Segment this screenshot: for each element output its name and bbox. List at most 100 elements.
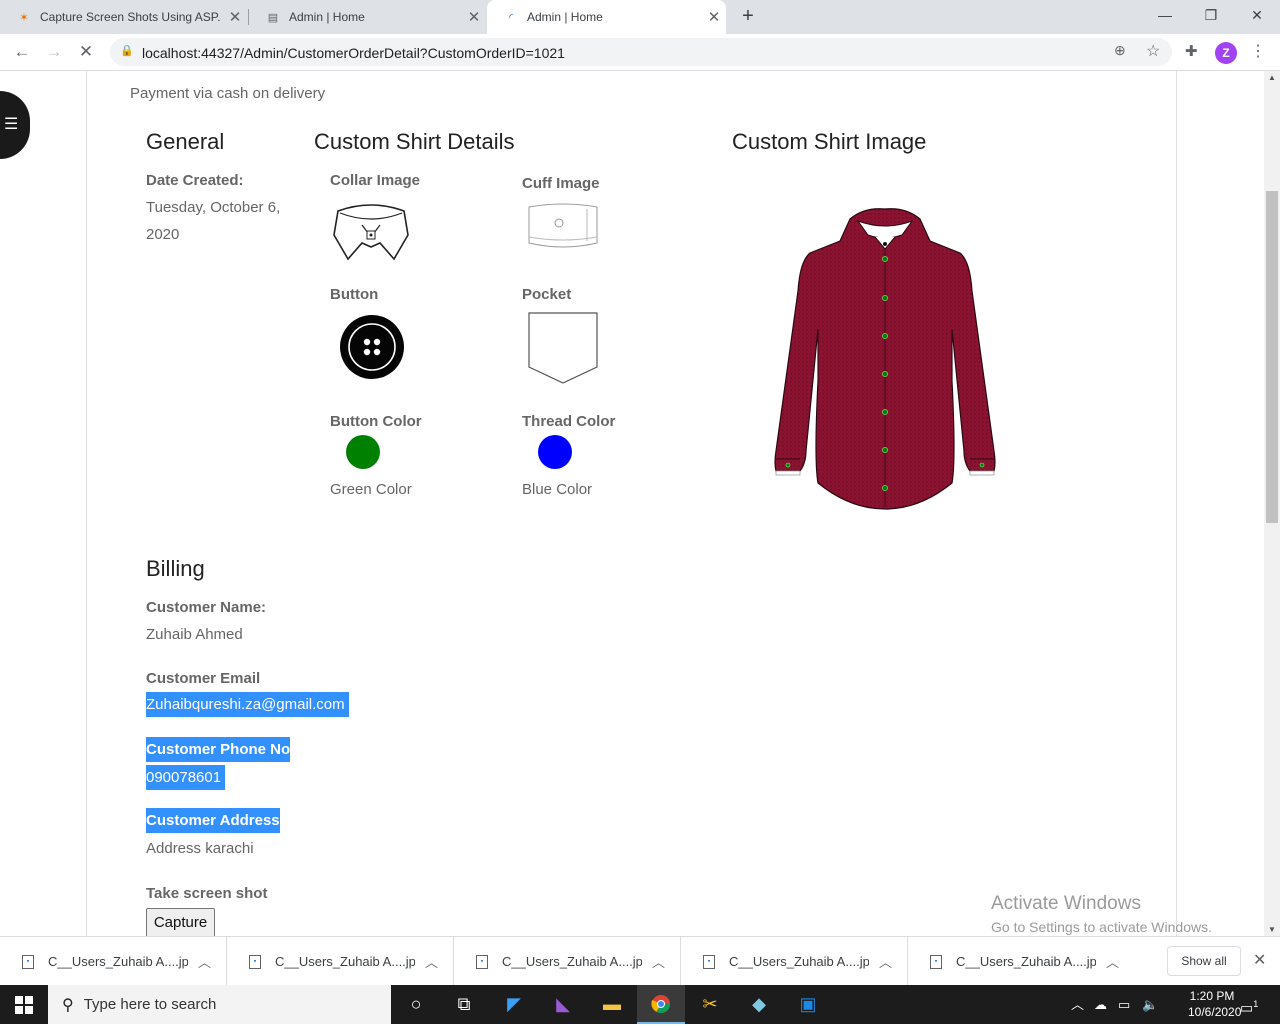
- windows-logo-icon: [15, 995, 33, 1014]
- customer-phone-label: Customer Phone No: [146, 737, 291, 762]
- cuff-image: [528, 203, 598, 248]
- taskbar-search-box[interactable]: ⚲ Type here to search: [48, 985, 391, 1024]
- search-icon: ⚲: [62, 996, 74, 1014]
- page-scrollbar[interactable]: ▲ ▼: [1264, 71, 1280, 936]
- lock-icon: 🔒: [120, 45, 134, 57]
- stop-loading-icon[interactable]: ✕: [74, 40, 98, 64]
- scrollbar-thumb[interactable]: [1266, 191, 1278, 523]
- take-screenshot-label: Take screen shot: [146, 885, 268, 902]
- notification-center-icon[interactable]: ▭1: [1240, 985, 1258, 1024]
- task-view-icon[interactable]: ⧉: [440, 985, 488, 1024]
- chevron-up-icon[interactable]: ︿: [879, 952, 892, 971]
- customer-address-value: Address karachi: [146, 840, 254, 857]
- button-label: Button: [330, 286, 379, 303]
- scroll-down-arrow-icon[interactable]: ▼: [1268, 925, 1276, 934]
- minimize-button[interactable]: —: [1142, 0, 1188, 34]
- file-explorer-icon[interactable]: ▬: [588, 985, 636, 1024]
- system-clock[interactable]: 1:20 PM 10/6/2020: [1188, 988, 1242, 1020]
- tab-title: Admin | Home: [289, 10, 365, 24]
- page-viewport: ☰ Payment via cash on delivery General D…: [0, 71, 1264, 936]
- chrome-icon[interactable]: [637, 985, 685, 1024]
- image-file-icon: ▪: [249, 954, 261, 969]
- collar-image-label: Collar Image: [330, 172, 421, 189]
- new-tab-button[interactable]: +: [737, 5, 759, 27]
- photos-icon[interactable]: ▣: [784, 985, 832, 1024]
- image-file-icon: ▪: [930, 954, 942, 969]
- forward-arrow-icon[interactable]: →: [42, 40, 66, 64]
- show-hidden-icons-chevron-icon[interactable]: ︿: [1071, 985, 1084, 1024]
- download-filename: C__Users_Zuhaib A....jpg: [275, 954, 415, 969]
- back-arrow-icon[interactable]: ←: [10, 40, 34, 64]
- vscode-icon[interactable]: ◤: [490, 985, 538, 1024]
- scroll-up-arrow-icon[interactable]: ▲: [1268, 73, 1276, 82]
- date-created-value-line2: 2020: [146, 226, 180, 243]
- onedrive-cloud-icon[interactable]: ☁: [1094, 985, 1107, 1024]
- restore-button[interactable]: ❐: [1188, 0, 1234, 34]
- zoom-icon[interactable]: ⊕: [1114, 42, 1126, 59]
- start-button[interactable]: [0, 985, 48, 1024]
- tab-capture-screenshots[interactable]: ✶ Capture Screen Shots Using ASP. ✕: [0, 0, 247, 34]
- shirt-image: [774, 208, 996, 510]
- download-item[interactable]: ▪ C__Users_Zuhaib A....jpg ︿: [681, 937, 908, 986]
- chevron-up-icon[interactable]: ︿: [1106, 952, 1119, 971]
- shirt-details-heading: Custom Shirt Details: [314, 129, 515, 154]
- url-text[interactable]: localhost:44327/Admin/CustomerOrderDetai…: [142, 45, 565, 61]
- volume-icon[interactable]: 🔈: [1142, 985, 1158, 1024]
- visual-studio-icon[interactable]: ◣: [539, 985, 587, 1024]
- download-item[interactable]: ▪ C__Users_Zuhaib A....jpg ︿: [227, 937, 454, 986]
- address-bar-row: ← → ✕ 🔒 localhost:44327/Admin/CustomerOr…: [0, 34, 1280, 71]
- sticky-notes-icon[interactable]: ◆: [735, 985, 783, 1024]
- download-filename: C__Users_Zuhaib A....jpg: [956, 954, 1096, 969]
- tab-admin-home-1[interactable]: ▤ Admin | Home ✕: [249, 0, 486, 34]
- payment-method-text: Payment via cash on delivery: [130, 85, 326, 102]
- notification-count: 1: [1253, 999, 1259, 1009]
- customer-phone-value: 090078601: [146, 765, 226, 790]
- button-color-name: Green Color: [330, 481, 412, 498]
- customer-email-value: Zuhaibqureshi.za@gmail.com: [146, 692, 349, 717]
- button-color-label: Button Color: [330, 413, 422, 430]
- windows-taskbar: ⚲ Type here to search ○ ⧉ ◤ ◣ ▬ ✂ ◆ ▣ ︿ …: [0, 985, 1280, 1024]
- extensions-puzzle-icon[interactable]: ✚: [1185, 42, 1198, 60]
- page-icon: ▤: [267, 11, 279, 24]
- download-item[interactable]: ▪ C__Users_Zuhaib A....jpg ︿: [0, 937, 227, 986]
- close-tab-icon[interactable]: ✕: [462, 8, 486, 26]
- chevron-up-icon[interactable]: ︿: [652, 952, 665, 971]
- chevron-up-icon[interactable]: ︿: [198, 952, 211, 971]
- close-downloads-bar-icon[interactable]: ✕: [1253, 950, 1266, 970]
- downloads-bar: ▪ C__Users_Zuhaib A....jpg ︿ ▪ C__Users_…: [0, 936, 1280, 986]
- chrome-logo: [651, 994, 670, 1013]
- profile-avatar[interactable]: Z: [1215, 42, 1237, 64]
- date-created-value-line1: Tuesday, October 6,: [146, 199, 281, 216]
- clock-time: 1:20 PM: [1189, 989, 1235, 1003]
- download-item[interactable]: ▪ C__Users_Zuhaib A....jpg ︿: [454, 937, 681, 986]
- browser-menu-icon[interactable]: ⋮: [1250, 41, 1266, 61]
- customer-email-label: Customer Email: [146, 670, 261, 687]
- download-item[interactable]: ▪ C__Users_Zuhaib A....jpg ︿: [908, 937, 1135, 986]
- tab-admin-home-active[interactable]: ◜ Admin | Home ✕: [487, 0, 726, 34]
- sidebar-toggle-hamburger-icon[interactable]: ☰: [0, 91, 30, 159]
- tab-title: Admin | Home: [527, 10, 603, 24]
- browser-tab-strip: ✶ Capture Screen Shots Using ASP. ✕ ▤ Ad…: [0, 0, 1280, 34]
- pocket-label: Pocket: [522, 286, 572, 303]
- download-filename: C__Users_Zuhaib A....jpg: [502, 954, 642, 969]
- snipping-tool-icon[interactable]: ✂: [686, 985, 734, 1024]
- show-all-downloads-button[interactable]: Show all: [1167, 946, 1241, 976]
- billing-heading: Billing: [146, 556, 205, 581]
- download-filename: C__Users_Zuhaib A....jpg: [729, 954, 869, 969]
- clock-date: 10/6/2020: [1188, 1005, 1242, 1019]
- search-placeholder: Type here to search: [83, 996, 217, 1013]
- site-favicon-icon: ✶: [19, 11, 29, 24]
- close-tab-icon[interactable]: ✕: [223, 8, 247, 26]
- thread-color-label: Thread Color: [522, 413, 616, 430]
- bookmark-star-icon[interactable]: ☆: [1146, 41, 1160, 61]
- close-tab-icon[interactable]: ✕: [702, 8, 726, 26]
- close-window-button[interactable]: ✕: [1234, 0, 1280, 34]
- capture-button[interactable]: Capture: [146, 908, 215, 936]
- omnibox[interactable]: 🔒 localhost:44327/Admin/CustomerOrderDet…: [110, 38, 1172, 66]
- cortana-icon[interactable]: ○: [392, 985, 440, 1024]
- cuff-image-label: Cuff Image: [522, 175, 600, 192]
- activate-windows-title: Activate Windows: [991, 893, 1141, 914]
- customer-name-value: Zuhaib Ahmed: [146, 626, 243, 643]
- network-icon[interactable]: ▭: [1118, 985, 1130, 1024]
- chevron-up-icon[interactable]: ︿: [425, 952, 438, 971]
